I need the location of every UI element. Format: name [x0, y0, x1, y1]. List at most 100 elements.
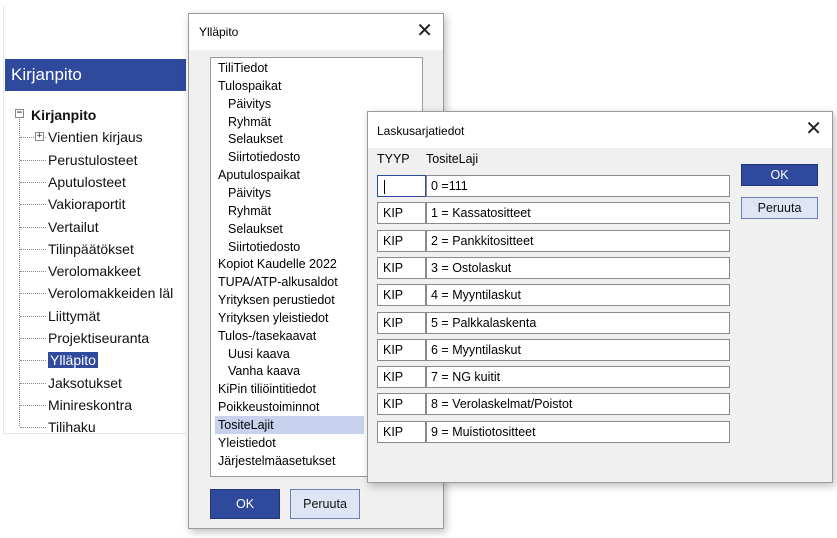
tyyp-field[interactable]: KIP [377, 202, 426, 224]
tree-item-label: Jaksotukset [48, 375, 122, 391]
yllapito-list-item[interactable]: Yrityksen perustiedot [215, 291, 364, 309]
tositelaji-field[interactable]: 1 = Kassatositteet [426, 202, 730, 224]
yllapito-list-item[interactable]: Poikkeustoiminnot [215, 398, 364, 416]
tree-connector [20, 427, 46, 428]
tyyp-value: KIP [383, 370, 404, 384]
tree-item-label: Vertailut [48, 219, 99, 235]
tree-item-label: Vakioraportit [48, 196, 126, 212]
tree-connector [20, 204, 46, 205]
tree-item-label: Tilinpäätökset [48, 241, 134, 257]
tree-item[interactable]: Liittymät [48, 305, 100, 327]
tree-item-label: Aputulosteet [48, 174, 126, 190]
yllapito-list-item[interactable]: Uusi kaava [215, 345, 364, 363]
tree-item-label: Vientien kirjaus [48, 129, 143, 145]
tyyp-value: KIP [383, 206, 404, 220]
tree-connector [20, 249, 46, 250]
tositelaji-field[interactable]: 4 = Myyntilaskut [426, 284, 730, 306]
tree-item[interactable]: Vertailut [48, 216, 99, 238]
tyyp-field[interactable]: KIP [377, 393, 426, 415]
yllapito-list-item[interactable]: Ryhmät [215, 202, 364, 220]
tree-item-label: Liittymät [48, 308, 101, 324]
tyyp-field[interactable]: KIP [377, 339, 426, 361]
tree-panel-header: Kirjanpito [5, 59, 186, 91]
tree-item[interactable]: Aputulosteet [48, 171, 126, 193]
tree-item-label: Ylläpito [48, 352, 98, 368]
tree-connector [20, 227, 46, 228]
yllapito-list-item[interactable]: TUPA/ATP-alkusaldot [215, 273, 364, 291]
laskusarjatiedot-ok-button[interactable]: OK [741, 164, 818, 186]
yllapito-ok-button[interactable]: OK [210, 489, 280, 519]
tyyp-field[interactable] [377, 175, 426, 197]
tree-item[interactable]: Verolomakkeiden läl [48, 282, 173, 304]
yllapito-list-item[interactable]: Päivitys [215, 184, 364, 202]
yllapito-list-item[interactable]: Selaukset [215, 130, 364, 148]
yllapito-list-item[interactable]: Selaukset [215, 220, 364, 238]
tree-connector [20, 293, 46, 294]
laskusarjatiedot-titlebar: Laskusarjatiedot ✕ [368, 112, 832, 148]
tree-connector [20, 360, 46, 361]
yllapito-list-item[interactable]: Siirtotiedosto [215, 148, 364, 166]
yllapito-list-item[interactable]: TiliTiedot [215, 59, 364, 77]
tree-connector [20, 182, 46, 183]
tree-item[interactable]: Jaksotukset [48, 372, 122, 394]
tyyp-field[interactable]: KIP [377, 284, 426, 306]
tyyp-field[interactable]: KIP [377, 366, 426, 388]
tree-item[interactable]: Minireskontra [48, 394, 132, 416]
tree-connector [20, 338, 46, 339]
tyyp-field[interactable]: KIP [377, 230, 426, 252]
tositelaji-field[interactable]: 8 = Verolaskelmat/Poistot [426, 393, 730, 415]
yllapito-list-item[interactable]: Ryhmät [215, 113, 364, 131]
yllapito-list-item[interactable]: Yleistiedot [215, 434, 364, 452]
tree-item[interactable]: Verolomakkeet [48, 260, 141, 282]
tositelaji-field[interactable]: 9 = Muistiotositteet [426, 421, 730, 443]
tree-item[interactable]: Projektiseuranta [48, 327, 149, 349]
collapse-icon[interactable]: − [15, 109, 24, 118]
yllapito-list-item[interactable]: Yrityksen yleistiedot [215, 309, 364, 327]
tyyp-field[interactable]: KIP [377, 421, 426, 443]
tyyp-field[interactable]: KIP [377, 257, 426, 279]
yllapito-list-item[interactable]: KiPin tiliöintitiedot [215, 380, 364, 398]
tyyp-value: KIP [383, 343, 404, 357]
tositelaji-field[interactable]: 5 = Palkkalaskenta [426, 312, 730, 334]
tyyp-value: KIP [383, 316, 404, 330]
close-icon[interactable]: ✕ [805, 117, 822, 139]
yllapito-list-item[interactable]: Kopiot Kaudelle 2022 [215, 255, 364, 273]
tree-connector [20, 405, 46, 406]
column-header-tositelaji: TositeLaji [426, 152, 479, 166]
yllapito-list-item[interactable]: Päivitys [215, 95, 364, 113]
tree-item[interactable]: Tilihaku [48, 416, 96, 434]
yllapito-list-item[interactable]: Tulospaikat [215, 77, 364, 95]
tree-item[interactable]: Perustulosteet [48, 149, 138, 171]
yllapito-cancel-button[interactable]: Peruuta [290, 489, 360, 519]
tositelaji-field[interactable]: 7 = NG kuitit [426, 366, 730, 388]
close-icon[interactable]: ✕ [416, 19, 433, 41]
tree-root-label: Kirjanpito [31, 107, 97, 123]
navigation-tree: − Kirjanpito + Vientien kirjaus Perustuloste… [14, 104, 186, 434]
yllapito-list-item[interactable]: Siirtotiedosto [215, 238, 364, 256]
yllapito-list-item[interactable]: Aputulospaikat [215, 166, 364, 184]
tree-connector [20, 316, 46, 317]
tree-connector [20, 383, 46, 384]
laskusarjatiedot-cancel-button[interactable]: Peruuta [741, 197, 818, 219]
tositelaji-field[interactable]: 0 =111 [426, 175, 730, 197]
expand-icon[interactable]: + [35, 132, 44, 141]
tyyp-value: KIP [383, 261, 404, 275]
tositelaji-field[interactable]: 2 = Pankkitositteet [426, 230, 730, 252]
tree-item-label: Tilihaku [48, 419, 96, 434]
yllapito-list-item[interactable]: TositeLajit [215, 416, 364, 434]
tree-connector [20, 271, 46, 272]
tositelaji-field[interactable]: 6 = Myyntilaskut [426, 339, 730, 361]
tree-item-label: Perustulosteet [48, 152, 138, 168]
yllapito-list-item[interactable]: Vanha kaava [215, 362, 364, 380]
yllapito-list-item[interactable]: Tulos-/tasekaavat [215, 327, 364, 345]
yllapito-list-item[interactable]: Järjestelmäasetukset [215, 452, 364, 470]
laskusarjatiedot-title: Laskusarjatiedot [377, 124, 465, 138]
tree-item[interactable]: Tilinpäätökset [48, 238, 134, 260]
tyyp-field[interactable]: KIP [377, 312, 426, 334]
tyyp-value: KIP [383, 397, 404, 411]
tree-item[interactable]: Vientien kirjaus [48, 126, 143, 148]
laskusarjatiedot-dialog: Laskusarjatiedot ✕ TYYP TositeLaji 0 =11… [367, 111, 833, 483]
tositelaji-field[interactable]: 3 = Ostolaskut [426, 257, 730, 279]
tree-item[interactable]: Vakioraportit [48, 193, 126, 215]
tree-item[interactable]: Ylläpito [48, 349, 98, 371]
